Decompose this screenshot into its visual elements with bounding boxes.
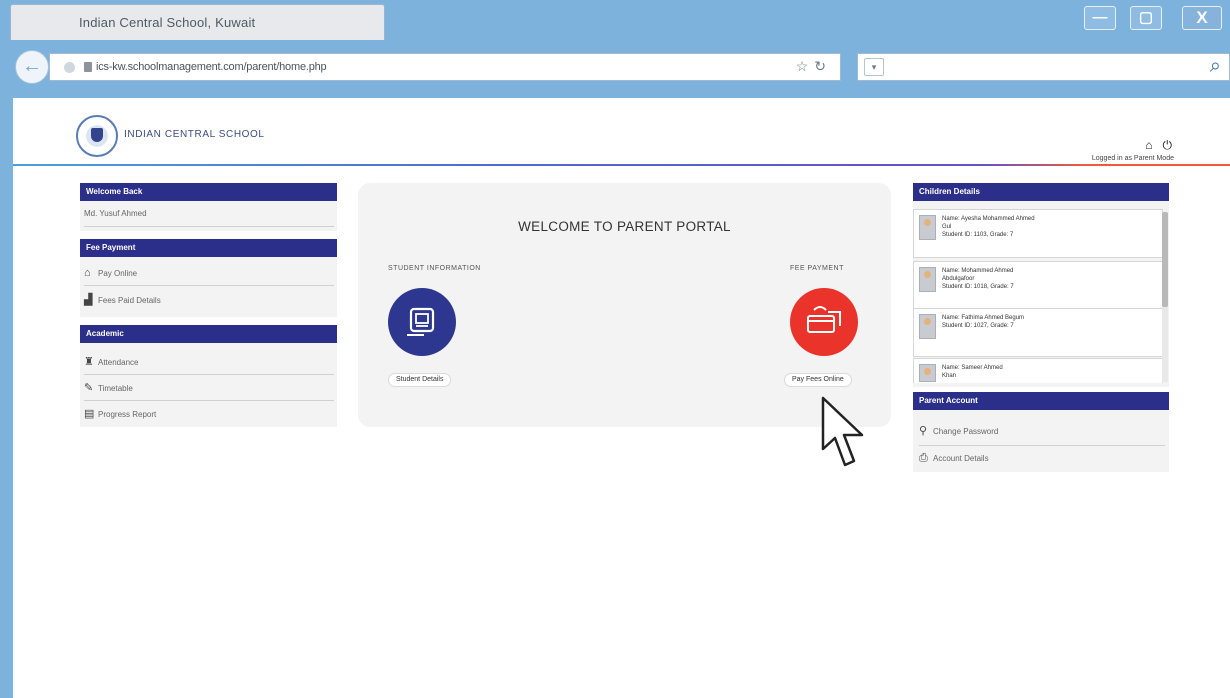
- reload-icon[interactable]: ↻: [814, 58, 826, 74]
- minimize-button[interactable]: —: [1084, 6, 1116, 30]
- sidebar-item-label: Change Password: [933, 427, 999, 436]
- window-frame-left: [0, 98, 13, 698]
- key-icon: ⚲: [919, 425, 928, 437]
- bookmark-star-icon[interactable]: ☆: [796, 58, 809, 74]
- school-logo[interactable]: [76, 115, 118, 157]
- child-name: Name: Sameer Ahmed: [942, 365, 1003, 371]
- fee-payment-panel: ⌂ Pay Online ▟ Fees Paid Details: [80, 257, 337, 317]
- edit-icon: ✎: [84, 382, 94, 394]
- sidebar-item-label: Fees Paid Details: [98, 296, 161, 305]
- child-card[interactable]: Name: Mohammed Ahmed Abdulgafoor Student…: [913, 261, 1163, 310]
- printer-icon: ⎙: [919, 452, 928, 464]
- globe-icon: [64, 62, 75, 73]
- pay-fees-button[interactable]: Pay Fees Online: [784, 373, 852, 387]
- avatar: [919, 364, 936, 382]
- search-engine-dropdown[interactable]: ▾: [864, 58, 884, 76]
- address-bar[interactable]: ics-kw.schoolmanagement.com/parent/home.…: [49, 53, 841, 81]
- sidebar-item-progress-report[interactable]: ▤ Progress Report: [84, 407, 334, 420]
- browser-tab[interactable]: Indian Central School, Kuwait: [10, 4, 385, 40]
- site-header: INDIAN CENTRAL SCHOOL ⌂ ⏻ Logged in as Pa…: [13, 98, 1230, 164]
- search-input[interactable]: ▾ ⌕: [857, 53, 1230, 81]
- children-panel-header: Children Details: [913, 183, 1169, 201]
- child-name: Name: Ayesha Mohammed Ahmed: [942, 216, 1035, 222]
- child-name-cont: Khan: [942, 373, 957, 379]
- parent-account-panel: ⚲ Change Password ⎙ Account Details: [913, 410, 1169, 472]
- sidebar-item-label: Timetable: [98, 384, 133, 393]
- chart-icon: ▟: [84, 294, 93, 306]
- welcome-panel-header: Welcome Back: [80, 183, 337, 201]
- user-role-text: Logged in as Parent Mode: [1091, 155, 1174, 162]
- browser-titlebar: Indian Central School, Kuwait — ▢ X: [0, 0, 1230, 40]
- sidebar-item-account-details[interactable]: ⎙ Account Details: [919, 452, 1165, 465]
- academic-panel: ♜ Attendance ✎ Timetable ▤ Progress Report: [80, 343, 337, 427]
- sidebar-item-pay-online[interactable]: ⌂ Pay Online: [84, 267, 334, 286]
- sidebar-item-label: Attendance: [98, 358, 139, 367]
- avatar: [919, 215, 936, 240]
- maximize-button[interactable]: ▢: [1130, 6, 1162, 30]
- fee-payment-panel-header: Fee Payment: [80, 239, 337, 257]
- child-card[interactable]: Name: Ayesha Mohammed Ahmed Gul Student …: [913, 209, 1163, 258]
- welcome-user-name: Md. Yusuf Ahmed: [84, 209, 334, 227]
- sidebar-item-timetable[interactable]: ✎ Timetable: [84, 381, 334, 401]
- student-details-circle[interactable]: [388, 288, 456, 356]
- sidebar-item-fees-paid[interactable]: ▟ Fees Paid Details: [84, 293, 334, 306]
- child-meta: Student ID: 1018, Grade: 7: [942, 284, 1014, 290]
- welcome-card: WELCOME TO PARENT PORTAL STUDENT INFORMA…: [358, 183, 891, 427]
- payment-icon: [807, 306, 841, 333]
- sidebar-item-label: Account Details: [933, 454, 989, 463]
- mouse-cursor-icon: [821, 396, 864, 467]
- child-name-cont: Gul: [942, 224, 952, 230]
- avatar: [919, 314, 936, 339]
- header-divider: [13, 164, 1230, 166]
- academic-panel-header: Academic: [80, 325, 337, 343]
- child-meta: Student ID: 1027, Grade: 7: [942, 323, 1014, 329]
- welcome-panel: Md. Yusuf Ahmed: [80, 201, 337, 231]
- student-info-label: STUDENT INFORMATION: [388, 265, 481, 272]
- parent-account-panel-header: Parent Account: [913, 392, 1169, 410]
- report-icon: ▤: [84, 408, 95, 420]
- sidebar-item-label: Progress Report: [98, 410, 157, 419]
- sidebar-item-label: Pay Online: [98, 269, 138, 278]
- sidebar-item-attendance[interactable]: ♜ Attendance: [84, 355, 334, 375]
- url-text[interactable]: ics-kw.schoolmanagement.com/parent/home.…: [96, 61, 327, 73]
- page-info-icon[interactable]: [84, 62, 92, 72]
- pay-fees-circle[interactable]: [790, 288, 858, 356]
- child-name: Name: Mohammed Ahmed: [942, 268, 1014, 274]
- id-card-icon: [407, 307, 435, 336]
- fee-payment-label: FEE PAYMENT: [790, 265, 844, 272]
- avatar: [919, 267, 936, 292]
- search-icon[interactable]: ⌕: [1210, 55, 1221, 78]
- scroll-thumb[interactable]: [1162, 212, 1168, 307]
- home-icon: ⌂: [84, 267, 91, 279]
- tab-title: Indian Central School, Kuwait: [79, 15, 256, 30]
- child-card[interactable]: Name: Sameer Ahmed Khan: [913, 358, 1163, 383]
- power-icon[interactable]: ⏻: [1163, 138, 1173, 152]
- close-button[interactable]: X: [1182, 6, 1222, 30]
- person-icon: ♜: [84, 356, 94, 368]
- child-meta: Student ID: 1103, Grade: 7: [942, 232, 1014, 238]
- child-name: Name: Fathima Ahmed Begum: [942, 315, 1025, 321]
- child-card[interactable]: Name: Fathima Ahmed Begum Student ID: 10…: [913, 308, 1163, 357]
- student-details-button[interactable]: Student Details: [388, 373, 452, 387]
- sidebar-item-change-password[interactable]: ⚲ Change Password: [919, 424, 1165, 446]
- children-scrollbar[interactable]: [1162, 212, 1168, 382]
- browser-navbar: ← ics-kw.schoolmanagement.com/parent/hom…: [0, 40, 1230, 98]
- school-name[interactable]: INDIAN CENTRAL SCHOOL: [124, 129, 265, 140]
- page-title: WELCOME TO PARENT PORTAL: [518, 219, 731, 234]
- home-icon[interactable]: ⌂: [1145, 138, 1152, 152]
- child-name-cont: Abdulgafoor: [942, 276, 975, 282]
- back-button[interactable]: ←: [15, 50, 49, 84]
